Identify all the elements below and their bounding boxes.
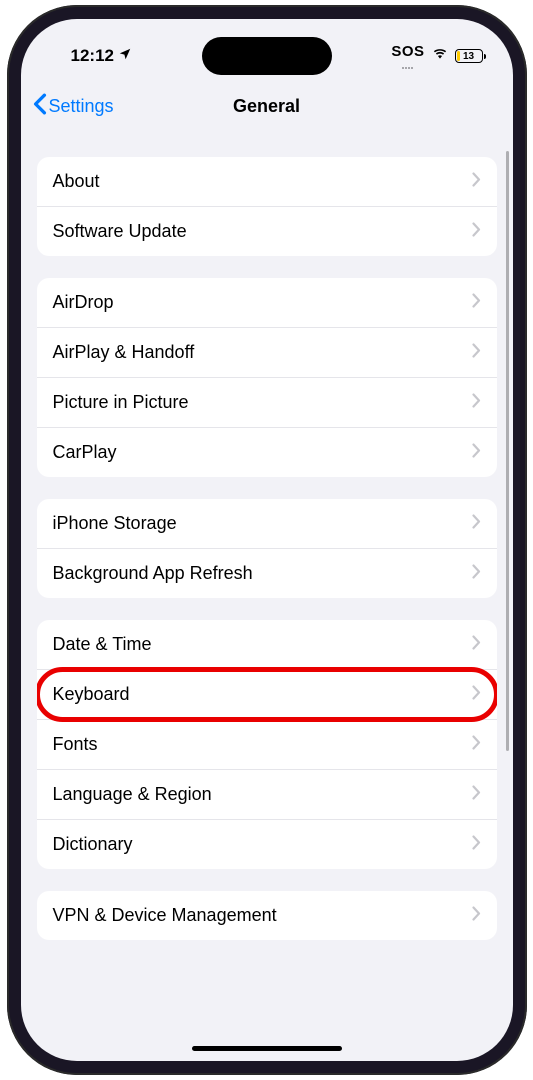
chevron-right-icon [472, 733, 481, 756]
screen: 12:12 SOS 13 [21, 19, 513, 1061]
chevron-right-icon [472, 220, 481, 243]
scroll-indicator[interactable] [506, 151, 509, 751]
chevron-left-icon [33, 93, 47, 119]
status-sos: SOS [391, 44, 424, 59]
phone-frame: 12:12 SOS 13 [7, 5, 527, 1075]
back-button[interactable]: Settings [33, 93, 114, 119]
row-label: Picture in Picture [53, 392, 189, 413]
row-fonts[interactable]: Fonts [37, 720, 497, 770]
chevron-right-icon [472, 904, 481, 927]
settings-section: VPN & Device Management [37, 891, 497, 940]
row-airdrop[interactable]: AirDrop [37, 278, 497, 328]
chevron-right-icon [472, 683, 481, 706]
row-label: Software Update [53, 221, 187, 242]
chevron-right-icon [472, 833, 481, 856]
settings-section: iPhone Storage Background App Refresh [37, 499, 497, 598]
back-label: Settings [49, 96, 114, 117]
chevron-right-icon [472, 562, 481, 585]
chevron-right-icon [472, 170, 481, 193]
row-iphone-storage[interactable]: iPhone Storage [37, 499, 497, 549]
settings-section: About Software Update [37, 157, 497, 256]
row-label: Background App Refresh [53, 563, 253, 584]
page-title: General [233, 96, 300, 117]
row-label: Keyboard [53, 684, 130, 705]
location-icon [118, 46, 132, 66]
row-about[interactable]: About [37, 157, 497, 207]
row-language-region[interactable]: Language & Region [37, 770, 497, 820]
settings-section: AirDrop AirPlay & Handoff Picture in Pictu… [37, 278, 497, 477]
chevron-right-icon [472, 512, 481, 535]
settings-section: Date & Time Keyboard Fonts Language & Regio… [37, 620, 497, 869]
chevron-right-icon [472, 291, 481, 314]
row-dictionary[interactable]: Dictionary [37, 820, 497, 869]
battery-level: 13 [463, 51, 474, 62]
row-vpn-device-management[interactable]: VPN & Device Management [37, 891, 497, 940]
row-date-time[interactable]: Date & Time [37, 620, 497, 670]
row-keyboard[interactable]: Keyboard [37, 670, 497, 720]
home-indicator[interactable] [192, 1046, 342, 1051]
row-label: AirPlay & Handoff [53, 342, 195, 363]
row-label: iPhone Storage [53, 513, 177, 534]
content-scroll[interactable]: About Software Update AirDrop AirPlay & Han… [21, 131, 513, 1061]
row-label: Date & Time [53, 634, 152, 655]
row-label: CarPlay [53, 442, 117, 463]
row-picture-in-picture[interactable]: Picture in Picture [37, 378, 497, 428]
status-time: 12:12 [71, 46, 114, 66]
row-label: Dictionary [53, 834, 133, 855]
chevron-right-icon [472, 783, 481, 806]
row-label: About [53, 171, 100, 192]
row-label: VPN & Device Management [53, 905, 277, 926]
nav-bar: Settings General [21, 81, 513, 131]
row-label: AirDrop [53, 292, 114, 313]
status-sos-group: SOS [391, 44, 424, 69]
chevron-right-icon [472, 441, 481, 464]
row-carplay[interactable]: CarPlay [37, 428, 497, 477]
dynamic-island [202, 37, 332, 75]
chevron-right-icon [472, 341, 481, 364]
chevron-right-icon [472, 633, 481, 656]
chevron-right-icon [472, 391, 481, 414]
row-label: Language & Region [53, 784, 212, 805]
row-label: Fonts [53, 734, 98, 755]
row-software-update[interactable]: Software Update [37, 207, 497, 256]
battery-icon: 13 [455, 49, 483, 63]
row-background-app-refresh[interactable]: Background App Refresh [37, 549, 497, 598]
wifi-icon [431, 46, 449, 66]
row-airplay-handoff[interactable]: AirPlay & Handoff [37, 328, 497, 378]
